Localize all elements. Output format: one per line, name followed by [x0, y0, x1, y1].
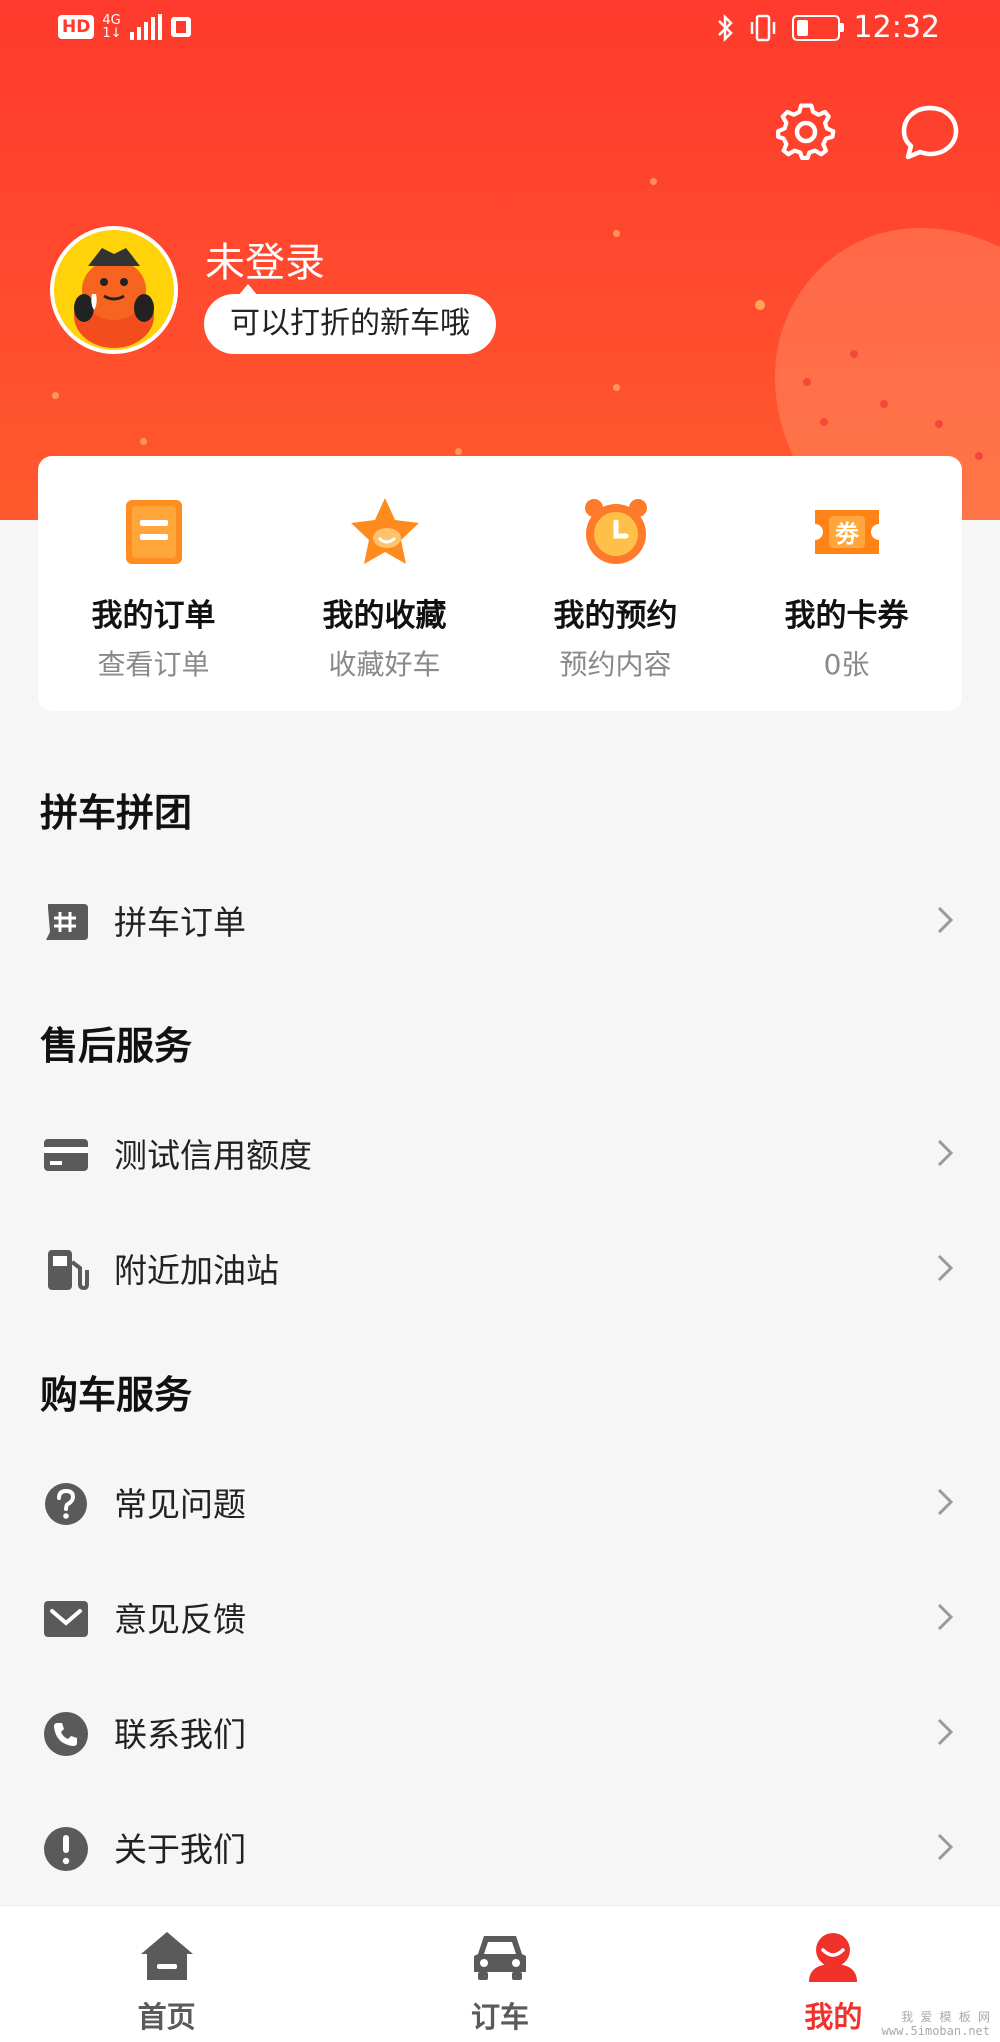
tab-order-car[interactable]: 订车 [333, 1906, 666, 2042]
question-icon [45, 1483, 87, 1525]
quick-action-orders[interactable]: 我的订单 查看订单 [38, 456, 269, 711]
chevron-right-icon [937, 1254, 954, 1282]
decor-dot [52, 392, 59, 399]
tab-home[interactable]: 首页 [0, 1906, 333, 2042]
phone-icon [44, 1712, 88, 1756]
decor-dot [803, 378, 811, 386]
home-icon [140, 1932, 193, 1980]
decor-dot [140, 438, 147, 445]
login-status[interactable]: 未登录 [205, 230, 325, 288]
hd-indicator: HD [58, 15, 95, 39]
gear-icon [776, 103, 836, 161]
decor-dot [650, 178, 657, 185]
decor-dot [455, 448, 462, 455]
chevron-right-icon [937, 1603, 954, 1631]
star-icon [350, 498, 419, 564]
watermark: 我 爱 模 板 网 www.5imoban.net [881, 2010, 990, 2038]
messages-button[interactable] [898, 100, 962, 164]
decor-dot [850, 350, 858, 358]
profile-header: HD 4G 1↓ 12:32 未登录 可以打折的新车哦 [0, 0, 1000, 520]
order-doc-icon [125, 500, 182, 564]
chat-bubble-icon [901, 105, 959, 160]
mascot-avatar-icon [74, 248, 154, 348]
menu-item-about-us[interactable]: 关于我们 [0, 1797, 1000, 1897]
menu-item-carpool-orders[interactable]: 拼车订单 [0, 870, 1000, 970]
chevron-right-icon [937, 1488, 954, 1516]
decor-dot [880, 400, 888, 408]
profile-icon [809, 1933, 858, 1982]
quick-actions-card: 我的订单 查看订单 我的收藏 收藏好车 我的预约 预约内容 劵 我的卡券 0张 [38, 456, 962, 711]
section-title-after-sales: 售后服务 [40, 1024, 193, 1068]
chevron-right-icon [937, 906, 954, 934]
section-title-carpool: 拼车拼团 [40, 791, 193, 835]
bluetooth-icon [717, 13, 733, 42]
quick-action-favorites[interactable]: 我的收藏 收藏好车 [269, 456, 500, 711]
group-hash-icon [46, 904, 88, 940]
svg-text:劵: 劵 [834, 520, 860, 548]
quick-action-coupons[interactable]: 劵 我的卡券 0张 [731, 456, 962, 711]
status-bar: HD 4G 1↓ 12:32 [0, 0, 1000, 62]
network-type: 4G 1↓ [102, 13, 122, 41]
settings-button[interactable] [774, 100, 838, 164]
decor-dot [820, 418, 828, 426]
section-title-purchase: 购车服务 [40, 1373, 193, 1417]
chevron-right-icon [937, 1718, 954, 1746]
book-icon [170, 17, 191, 37]
signal-icon [129, 14, 162, 40]
menu-item-contact-us[interactable]: 联系我们 [0, 1682, 1000, 1782]
decor-dot [755, 300, 765, 310]
avatar[interactable] [50, 226, 178, 354]
menu-item-nearby-gas-station[interactable]: 附近加油站 [0, 1218, 1000, 1318]
alarm-clock-icon [584, 499, 647, 564]
quick-action-appointments[interactable]: 我的预约 预约内容 [500, 456, 731, 711]
status-time: 12:32 [853, 10, 940, 45]
chevron-right-icon [937, 1833, 954, 1861]
decor-dot [975, 452, 983, 460]
credit-card-icon [44, 1139, 88, 1171]
bottom-tab-bar: 首页 订车 我的 [0, 1905, 1000, 2042]
decor-dot [613, 230, 620, 237]
vibrate-icon [750, 14, 775, 41]
info-exclamation-icon [44, 1827, 88, 1871]
fuel-pump-icon [48, 1250, 89, 1291]
decor-dot [613, 384, 620, 391]
car-icon [473, 1936, 526, 1980]
mail-icon [44, 1601, 88, 1637]
battery-icon [791, 14, 844, 41]
chevron-right-icon [937, 1139, 954, 1167]
menu-item-credit-limit[interactable]: 测试信用额度 [0, 1103, 1000, 1203]
tagline-bubble: 可以打折的新车哦 [204, 284, 496, 354]
coupon-icon: 劵 [814, 510, 879, 554]
menu-item-feedback[interactable]: 意见反馈 [0, 1567, 1000, 1667]
menu-item-faq[interactable]: 常见问题 [0, 1452, 1000, 1552]
decor-dot [935, 420, 943, 428]
